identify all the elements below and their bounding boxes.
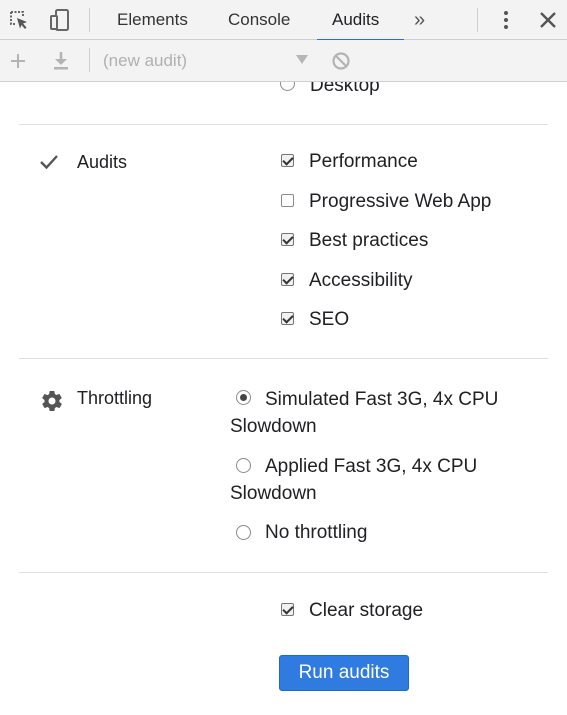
- toolbar-divider: [89, 48, 90, 72]
- checkbox-performance-label: Performance: [309, 151, 418, 172]
- checkbox-accessibility-label: Accessibility: [309, 270, 413, 291]
- toolbar-divider: [89, 8, 90, 32]
- section-divider: [19, 124, 548, 125]
- radio-simulated-fast-3g-label: Simulated Fast 3G, 4x CPU Slowdown: [230, 389, 499, 437]
- tab-elements[interactable]: Elements: [102, 0, 203, 40]
- download-icon[interactable]: [51, 50, 71, 72]
- checkbox-seo[interactable]: [281, 312, 294, 325]
- tab-audits[interactable]: Audits: [317, 0, 404, 41]
- checkbox-seo-label: SEO: [309, 309, 350, 330]
- clear-icon[interactable]: [331, 51, 351, 71]
- inspect-element-icon[interactable]: [7, 8, 31, 32]
- section-label-throttling: Throttling: [77, 388, 153, 408]
- checkbox-progressive-web-app-label: Progressive Web App: [309, 191, 492, 212]
- checkbox-accessibility[interactable]: [281, 273, 294, 286]
- tab-console[interactable]: Console: [213, 0, 305, 40]
- run-audits-button[interactable]: Run audits: [279, 655, 409, 691]
- checkbox-clear-storage[interactable]: [281, 603, 294, 616]
- close-icon[interactable]: [536, 8, 560, 32]
- checkbox-clear-storage-label: Clear storage: [309, 600, 424, 621]
- plus-icon[interactable]: [8, 51, 28, 71]
- section-divider: [19, 572, 548, 573]
- toolbar-divider: [477, 8, 478, 32]
- devtools-tabbar: Elements Console Audits »: [0, 0, 567, 41]
- audits-toolbar: (new audit): [0, 40, 567, 82]
- radio-desktop-label: Desktop: [310, 82, 380, 96]
- checkbox-performance[interactable]: [281, 154, 294, 167]
- radio-applied-fast-3g-label: Applied Fast 3G, 4x CPU Slowdown: [230, 456, 478, 504]
- section-divider: [19, 358, 548, 359]
- kebab-menu-icon[interactable]: [494, 8, 518, 32]
- chevron-down-icon: [296, 55, 308, 64]
- checkbox-progressive-web-app[interactable]: [281, 194, 294, 207]
- gear-icon: [42, 391, 62, 412]
- radio-no-throttling[interactable]: [236, 525, 251, 540]
- checkmark-icon: [40, 155, 58, 170]
- checkbox-best-practices-label: Best practices: [309, 230, 429, 251]
- checkbox-best-practices[interactable]: [281, 233, 294, 246]
- audit-select[interactable]: (new audit): [103, 40, 313, 82]
- more-tabs-button[interactable]: »: [414, 0, 425, 40]
- section-label-audits: Audits: [77, 152, 128, 172]
- radio-desktop[interactable]: [280, 82, 295, 91]
- radio-no-throttling-label: No throttling: [265, 522, 368, 543]
- device-section: Desktop: [0, 82, 567, 112]
- device-toolbar-icon[interactable]: [48, 8, 72, 32]
